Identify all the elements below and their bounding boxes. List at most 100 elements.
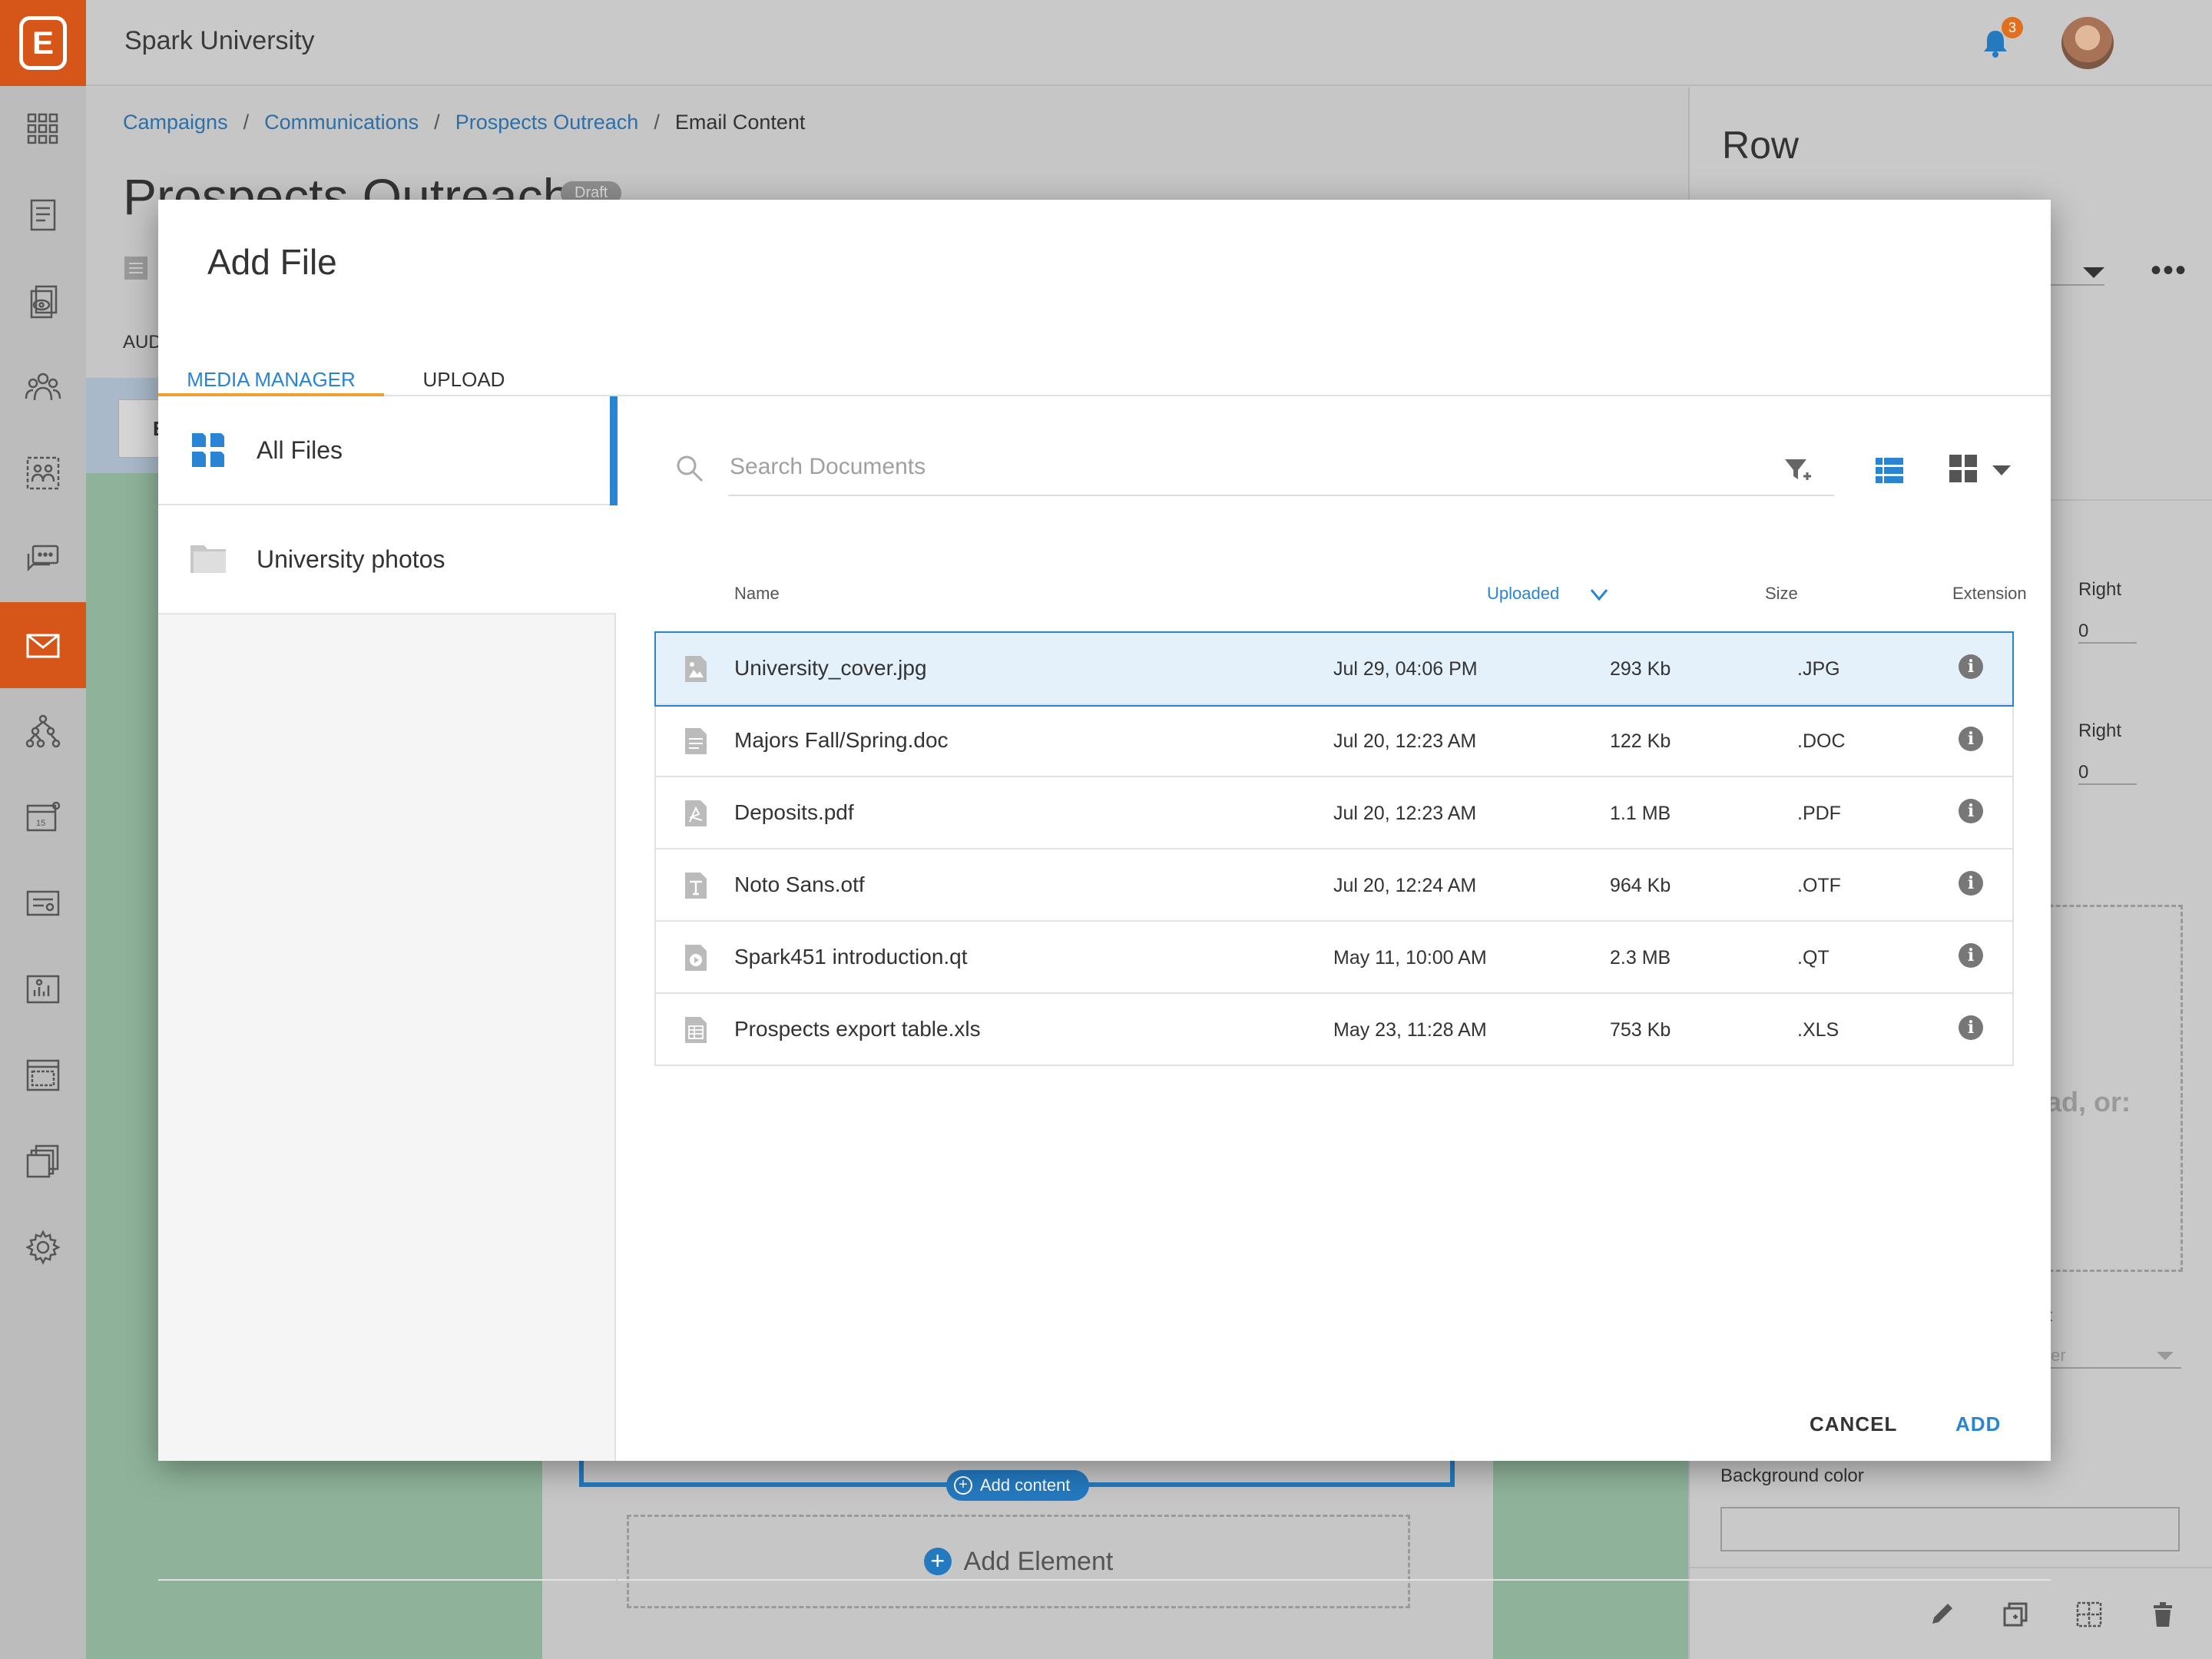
file-name: University_cover.jpg xyxy=(734,656,927,680)
rail-templates[interactable] xyxy=(0,1118,86,1204)
plus-circle-icon: + xyxy=(954,1476,972,1495)
settings-sliders-icon[interactable] xyxy=(123,255,149,281)
folder-all-files[interactable]: All Files xyxy=(158,396,618,505)
filter-add-icon[interactable] xyxy=(1782,455,1813,485)
group-frame-icon xyxy=(26,456,60,490)
column-header-uploaded[interactable]: Uploaded xyxy=(1487,584,1559,604)
list-view-icon[interactable] xyxy=(1874,455,1905,485)
file-extension: .OTF xyxy=(1797,875,1841,896)
file-name: Deposits.pdf xyxy=(734,800,854,824)
brand-name: Spark University xyxy=(124,26,315,55)
breadcrumb-communications[interactable]: Communications xyxy=(264,111,419,134)
padding-right-input[interactable]: 0 xyxy=(2078,621,2137,644)
info-icon[interactable]: i xyxy=(1959,871,1983,896)
column-header-size[interactable]: Size xyxy=(1765,584,1798,604)
more-options-icon[interactable]: ••• xyxy=(2151,253,2187,288)
stacked-pages-icon xyxy=(26,1144,59,1178)
file-extension: .QT xyxy=(1797,947,1830,969)
gear-icon xyxy=(25,1230,61,1265)
breadcrumb-campaigns[interactable]: Campaigns xyxy=(123,111,228,134)
chevron-down-icon xyxy=(2157,1352,2174,1360)
file-uploaded: Jul 20, 12:24 AM xyxy=(1333,875,1477,896)
file-uploaded: May 11, 10:00 AM xyxy=(1333,947,1487,969)
rail-reports[interactable] xyxy=(0,946,86,1032)
file-browser: Name Uploaded Size Extension University_… xyxy=(618,396,2051,1581)
breadcrumb-separator: / xyxy=(654,111,660,134)
document-file-icon xyxy=(685,728,707,754)
file-extension: .DOC xyxy=(1797,730,1846,752)
user-avatar[interactable] xyxy=(2061,17,2114,69)
info-icon[interactable]: i xyxy=(1959,799,1983,823)
rail-web-pages[interactable] xyxy=(0,1032,86,1118)
people-icon xyxy=(25,373,61,401)
info-icon[interactable]: i xyxy=(1959,1015,1983,1040)
sort-descending-icon[interactable] xyxy=(1588,585,1610,604)
margin-right-input[interactable]: 0 xyxy=(2078,762,2137,785)
table-row[interactable]: Spark451 introduction.qt May 11, 10:00 A… xyxy=(656,922,2012,994)
dropdown-arrow-icon[interactable] xyxy=(2083,267,2104,278)
pencil-icon[interactable] xyxy=(1926,1599,1957,1630)
column-header-name[interactable]: Name xyxy=(734,584,780,604)
svg-text:15: 15 xyxy=(36,819,45,828)
column-header-extension[interactable]: Extension xyxy=(1952,584,2027,604)
tab-media-manager[interactable]: MEDIA MANAGER xyxy=(158,329,384,396)
view-options-chevron-icon[interactable] xyxy=(1992,465,2011,475)
app-logo[interactable]: E xyxy=(0,0,86,86)
rail-reviews[interactable] xyxy=(0,258,86,344)
folder-university-photos[interactable]: University photos xyxy=(158,505,616,614)
file-size: 122 Kb xyxy=(1610,730,1671,752)
search-input[interactable] xyxy=(728,439,1834,496)
background-color-label: Background color xyxy=(1720,1465,1864,1486)
rail-messages[interactable] xyxy=(0,516,86,602)
breadcrumb-separator: / xyxy=(243,111,250,134)
alignment-select[interactable]: ter xyxy=(2046,1346,2181,1369)
folder-icon xyxy=(190,545,226,573)
info-icon[interactable]: i xyxy=(1959,943,1983,968)
add-content-label: Add content xyxy=(980,1475,1071,1495)
rail-calendar[interactable]: 15 xyxy=(0,774,86,860)
table-row[interactable]: Majors Fall/Spring.doc Jul 20, 12:23 AM … xyxy=(656,705,2012,777)
spreadsheet-file-icon xyxy=(685,1017,707,1043)
rail-forms[interactable] xyxy=(0,172,86,258)
background-color-input[interactable] xyxy=(1720,1507,2180,1551)
rail-email[interactable] xyxy=(0,602,86,688)
file-size: 2.3 MB xyxy=(1610,947,1671,969)
padding-right-label: Right xyxy=(2078,579,2122,600)
file-name: Prospects export table.xls xyxy=(734,1017,981,1041)
rail-people[interactable] xyxy=(0,344,86,430)
info-icon[interactable]: i xyxy=(1959,654,1983,679)
add-content-button[interactable]: + Add content xyxy=(946,1470,1089,1501)
add-element-dropzone[interactable]: + Add Element xyxy=(627,1515,1410,1608)
columns-icon[interactable] xyxy=(2074,1599,2104,1630)
web-page-icon xyxy=(26,1059,60,1091)
hierarchy-icon xyxy=(25,714,61,748)
grid-icon xyxy=(27,113,58,144)
rail-workflows[interactable] xyxy=(0,688,86,774)
breadcrumb-prospects-outreach[interactable]: Prospects Outreach xyxy=(455,111,639,134)
audience-label: AUD xyxy=(123,332,162,353)
table-row[interactable]: Noto Sans.otf Jul 20, 12:24 AM 964 Kb .O… xyxy=(656,849,2012,922)
table-row[interactable]: Prospects export table.xls May 23, 11:28… xyxy=(656,994,2012,1066)
duplicate-icon[interactable] xyxy=(2000,1599,2031,1630)
form-icon xyxy=(30,199,56,231)
chat-icon xyxy=(27,545,59,572)
tab-upload[interactable]: UPLOAD xyxy=(384,329,544,396)
cancel-button[interactable]: CANCEL xyxy=(1805,1412,1902,1437)
grid-view-icon[interactable] xyxy=(1948,453,1979,484)
rail-events[interactable] xyxy=(0,860,86,946)
info-icon[interactable]: i xyxy=(1959,727,1983,751)
rail-settings[interactable] xyxy=(0,1204,86,1290)
table-row[interactable]: Deposits.pdf Jul 20, 12:23 AM 1.1 MB .PD… xyxy=(656,777,2012,849)
sidebar-footer-divider xyxy=(158,1579,616,1581)
breadcrumb-separator: / xyxy=(434,111,440,134)
add-button[interactable]: ADD xyxy=(1951,1412,2005,1437)
rail-groups[interactable] xyxy=(0,430,86,516)
dialog-title: Add File xyxy=(207,242,337,282)
file-uploaded: Jul 20, 12:23 AM xyxy=(1333,803,1477,824)
add-file-dialog: Add File MEDIA MANAGER UPLOAD All Files … xyxy=(158,200,2051,1581)
video-file-icon xyxy=(685,945,707,971)
table-row[interactable]: University_cover.jpg Jul 29, 04:06 PM 29… xyxy=(654,631,2014,707)
rail-dashboard[interactable] xyxy=(0,86,86,172)
ticket-icon xyxy=(26,890,60,916)
trash-icon[interactable] xyxy=(2147,1599,2178,1630)
